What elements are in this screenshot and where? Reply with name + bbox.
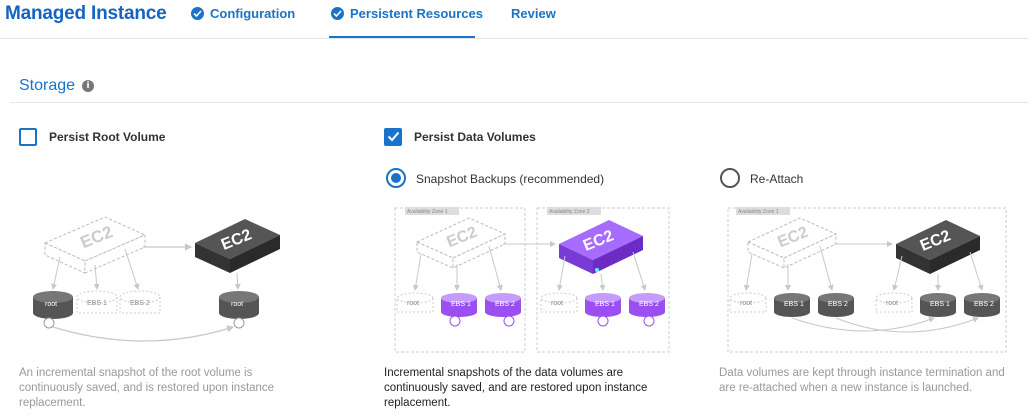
disk-label: root: [551, 300, 563, 307]
step-review[interactable]: Review: [511, 6, 556, 21]
snapshot-icon: [597, 315, 609, 327]
disk-label: EBS 2: [495, 301, 515, 308]
root-disk-ghost: root: [729, 292, 767, 313]
step-configuration[interactable]: Configuration: [191, 6, 295, 21]
ebs2-disk-ghost: EBS 2: [119, 290, 161, 314]
active-step-indicator: [329, 36, 475, 38]
info-icon[interactable]: i: [82, 80, 95, 92]
snapshot-backups-diagram: Availability Zone 1 Availability Zone 2 …: [394, 207, 670, 353]
disk-label: root: [407, 300, 419, 307]
ebs2-disk-reattached: EBS 2: [964, 293, 1000, 317]
reattach-arrow: [791, 316, 935, 332]
disk-label: root: [45, 301, 57, 308]
disk-label: root: [740, 300, 752, 307]
disk-label: root: [886, 300, 898, 307]
step-persistent-resources[interactable]: Persistent Resources: [331, 6, 483, 21]
app-title: Managed Instance: [5, 3, 167, 24]
disk-label: EBS 2: [130, 300, 150, 307]
storage-title: Storage: [19, 77, 76, 94]
disk-label: EBS 1: [451, 301, 471, 308]
ec2-instance-ghost: EC2: [415, 217, 507, 269]
root-volume-description: An incremental snapshot of the root volu…: [19, 367, 275, 409]
persist-data-volumes-label: Persist Data Volumes: [414, 130, 536, 144]
snapshot-backups-label: Snapshot Backups (recommended): [416, 172, 605, 186]
root-disk-ghost: root: [875, 292, 913, 313]
ec2-instance-ghost: EC2: [746, 217, 838, 269]
step-label: Review: [511, 6, 556, 21]
root-disk-ghost: root: [540, 292, 578, 313]
ebs1-disk-ghost: EBS 1: [76, 290, 118, 314]
ebs2-disk: EBS 2: [485, 293, 521, 317]
az-label: Availability Zone 1: [407, 209, 448, 215]
snapshot-icon: [43, 317, 55, 329]
snapshot-icon: [503, 315, 515, 327]
persist-root-volume-checkbox[interactable]: [19, 128, 37, 146]
disk-label: EBS 1: [784, 301, 804, 308]
root-disk-restored: root: [219, 291, 259, 319]
disk-label: EBS 2: [828, 301, 848, 308]
ec2-instance: EC2: [896, 220, 980, 274]
disk-label: EBS 1: [595, 301, 615, 308]
disk-label: EBS 1: [87, 300, 107, 307]
re-attach-description: Data volumes are kept through instance t…: [719, 367, 1005, 394]
root-disk-ghost: root: [396, 292, 434, 313]
snapshot-icon: [233, 317, 245, 329]
ebs1-disk: EBS 1: [585, 293, 621, 317]
check-circle-icon: [191, 7, 204, 20]
persist-root-volume-label: Persist Root Volume: [49, 130, 166, 144]
az-label: Availability Zone 2: [549, 209, 590, 215]
ebs1-disk: EBS 1: [774, 293, 810, 317]
ebs2-disk: EBS 2: [629, 293, 665, 317]
snapshot-backups-radio[interactable]: [386, 168, 406, 188]
top-header: Managed Instance Configuration Persisten…: [0, 0, 1028, 39]
re-attach-diagram: Availability Zone 1 EC2 EC2 root EBS 1 E…: [727, 207, 1007, 353]
step-label: Configuration: [210, 6, 296, 21]
step-label: Persistent Resources: [350, 6, 483, 21]
persist-data-volumes-checkbox[interactable]: [384, 128, 402, 146]
az-label: Availability Zone 1: [738, 209, 779, 215]
check-circle-icon: [331, 7, 344, 20]
section-divider: [10, 102, 1028, 103]
disk-label: EBS 2: [639, 301, 659, 308]
ebs1-disk-reattached: EBS 1: [920, 293, 956, 317]
disk-label: root: [231, 301, 243, 308]
root-volume-diagram: EC2 EC2 root EBS 1 EBS 2 root: [33, 216, 280, 342]
restore-arrow: [52, 325, 235, 342]
snapshot-icon: [449, 315, 461, 327]
snapshot-icon: [643, 315, 655, 327]
re-attach-radio[interactable]: [720, 168, 740, 188]
ebs2-disk: EBS 2: [818, 293, 854, 317]
disk-label: EBS 1: [930, 301, 950, 308]
ec2-instance-purple: EC2: [559, 220, 643, 274]
re-attach-label: Re-Attach: [750, 172, 804, 186]
section-title: Storage i: [19, 77, 95, 95]
disk-label: EBS 2: [974, 301, 994, 308]
reattach-arrow: [835, 317, 979, 333]
ebs1-disk: EBS 1: [441, 293, 477, 317]
ec2-instance: EC2: [195, 219, 280, 273]
root-disk: root: [33, 291, 73, 319]
snapshot-backups-description: Incremental snapshots of the data volume…: [384, 367, 648, 409]
